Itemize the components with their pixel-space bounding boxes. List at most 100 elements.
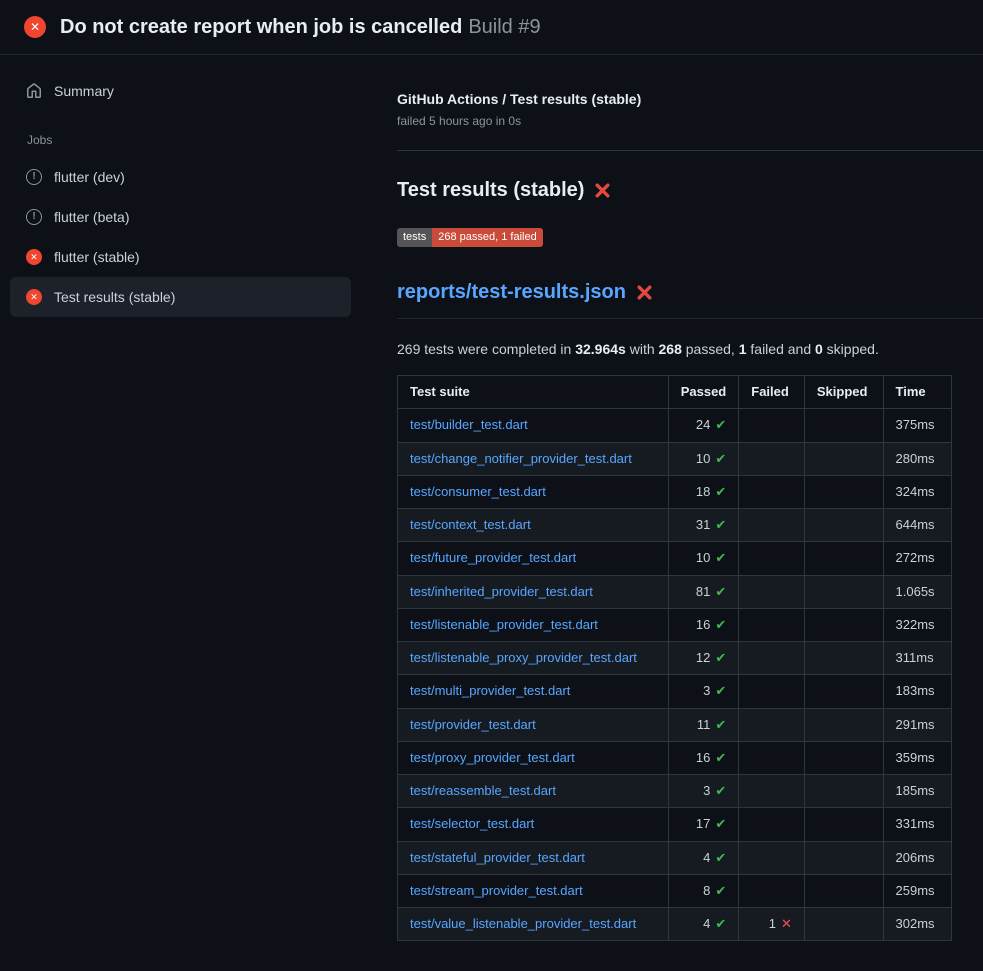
- failed-cell: [739, 442, 805, 475]
- skipped-cell: [804, 808, 883, 841]
- report-link[interactable]: reports/test-results.json: [397, 281, 653, 304]
- time-cell: 185ms: [883, 775, 951, 808]
- x-circle-icon: ✕: [26, 289, 42, 305]
- time-cell: 324ms: [883, 475, 951, 508]
- job-label: Test results (stable): [54, 289, 175, 305]
- failed-cell: [739, 575, 805, 608]
- time-cell: 291ms: [883, 708, 951, 741]
- check-icon: ✔: [715, 484, 726, 499]
- suite-link[interactable]: test/change_notifier_provider_test.dart: [410, 451, 632, 466]
- suite-link[interactable]: test/builder_test.dart: [410, 417, 528, 432]
- sidebar-item-summary[interactable]: Summary: [10, 71, 351, 111]
- failed-cell: [739, 675, 805, 708]
- passed-cell: 10✔: [668, 442, 739, 475]
- summary-failed: 1: [739, 341, 747, 357]
- time-cell: 322ms: [883, 608, 951, 641]
- check-icon: ✔: [715, 683, 726, 698]
- check-icon: ✔: [715, 916, 726, 931]
- table-row: test/stateful_provider_test.dart 4✔ 206m…: [398, 841, 952, 874]
- suite-link[interactable]: test/consumer_test.dart: [410, 484, 546, 499]
- passed-cell: 24✔: [668, 409, 739, 442]
- check-icon: ✔: [715, 816, 726, 831]
- table-row: test/consumer_test.dart 18✔ 324ms: [398, 475, 952, 508]
- time-cell: 375ms: [883, 409, 951, 442]
- time-cell: 1.065s: [883, 575, 951, 608]
- suite-link[interactable]: test/listenable_proxy_provider_test.dart: [410, 650, 637, 665]
- header-test-suite: Test suite: [398, 376, 669, 409]
- suite-link[interactable]: test/inherited_provider_test.dart: [410, 584, 593, 599]
- table-row: test/selector_test.dart 17✔ 331ms: [398, 808, 952, 841]
- suite-link[interactable]: test/proxy_provider_test.dart: [410, 750, 575, 765]
- passed-cell: 17✔: [668, 808, 739, 841]
- table-row: test/builder_test.dart 24✔ 375ms: [398, 409, 952, 442]
- cross-mark-icon: [594, 182, 611, 199]
- sidebar-job-item[interactable]: ! flutter (dev): [10, 157, 351, 197]
- report-heading-wrap: reports/test-results.json: [397, 281, 983, 319]
- time-cell: 280ms: [883, 442, 951, 475]
- sidebar-job-item[interactable]: ✕ Test results (stable): [10, 277, 351, 317]
- sidebar-summary-label: Summary: [54, 83, 114, 99]
- check-icon: ✔: [715, 417, 726, 432]
- skipped-cell: [804, 542, 883, 575]
- failed-cell: [739, 409, 805, 442]
- badge-value: 268 passed, 1 failed: [432, 228, 542, 247]
- table-row: test/stream_provider_test.dart 8✔ 259ms: [398, 874, 952, 907]
- job-label: flutter (stable): [54, 249, 140, 265]
- time-cell: 183ms: [883, 675, 951, 708]
- check-icon: ✔: [715, 750, 726, 765]
- time-cell: 359ms: [883, 741, 951, 774]
- sidebar-job-item[interactable]: ✕ flutter (stable): [10, 237, 351, 277]
- skipped-cell: [804, 874, 883, 907]
- build-number: Build #9: [468, 16, 540, 38]
- suite-link[interactable]: test/selector_test.dart: [410, 816, 534, 831]
- passed-cell: 18✔: [668, 475, 739, 508]
- suite-link[interactable]: test/reassemble_test.dart: [410, 783, 556, 798]
- results-table: Test suite Passed Failed Skipped Time te…: [397, 375, 952, 941]
- table-row: test/listenable_provider_test.dart 16✔ 3…: [398, 608, 952, 641]
- table-row: test/listenable_proxy_provider_test.dart…: [398, 642, 952, 675]
- header-time: Time: [883, 376, 951, 409]
- failed-cell: [739, 608, 805, 641]
- suite-link[interactable]: test/context_test.dart: [410, 517, 531, 532]
- check-icon: ✔: [715, 883, 726, 898]
- breadcrumb: GitHub Actions / Test results (stable): [397, 91, 983, 107]
- suite-link[interactable]: test/future_provider_test.dart: [410, 550, 576, 565]
- failed-cell: [739, 808, 805, 841]
- suite-link[interactable]: test/value_listenable_provider_test.dart: [410, 916, 636, 931]
- time-cell: 331ms: [883, 808, 951, 841]
- check-icon: ✔: [715, 550, 726, 565]
- passed-cell: 10✔: [668, 542, 739, 575]
- suite-link[interactable]: test/listenable_provider_test.dart: [410, 617, 598, 632]
- suite-link[interactable]: test/multi_provider_test.dart: [410, 683, 570, 698]
- skipped-cell: [804, 409, 883, 442]
- check-icon: ✔: [715, 783, 726, 798]
- time-cell: 644ms: [883, 509, 951, 542]
- header-passed: Passed: [668, 376, 739, 409]
- job-label: flutter (beta): [54, 209, 129, 225]
- failed-cell: [739, 874, 805, 907]
- failed-cell: [739, 475, 805, 508]
- x-circle-icon: ✕: [26, 249, 42, 265]
- page-title: Do not create report when job is cancell…: [60, 14, 541, 40]
- cancelled-icon: !: [26, 169, 42, 185]
- check-icon: ✔: [715, 584, 726, 599]
- passed-cell: 81✔: [668, 575, 739, 608]
- failed-cell: [739, 642, 805, 675]
- check-icon: ✔: [715, 451, 726, 466]
- page-header: ✕ Do not create report when job is cance…: [0, 0, 983, 55]
- section-title: Test results (stable): [397, 179, 983, 202]
- suite-link[interactable]: test/provider_test.dart: [410, 717, 536, 732]
- suite-link[interactable]: test/stream_provider_test.dart: [410, 883, 583, 898]
- failed-cell: [739, 775, 805, 808]
- table-row: test/value_listenable_provider_test.dart…: [398, 908, 952, 941]
- skipped-cell: [804, 841, 883, 874]
- table-header-row: Test suite Passed Failed Skipped Time: [398, 376, 952, 409]
- skipped-cell: [804, 675, 883, 708]
- suite-link[interactable]: test/stateful_provider_test.dart: [410, 850, 585, 865]
- badge-label: tests: [397, 228, 432, 247]
- table-row: test/proxy_provider_test.dart 16✔ 359ms: [398, 741, 952, 774]
- sidebar-job-item[interactable]: ! flutter (beta): [10, 197, 351, 237]
- skipped-cell: [804, 575, 883, 608]
- skipped-cell: [804, 775, 883, 808]
- table-row: test/provider_test.dart 11✔ 291ms: [398, 708, 952, 741]
